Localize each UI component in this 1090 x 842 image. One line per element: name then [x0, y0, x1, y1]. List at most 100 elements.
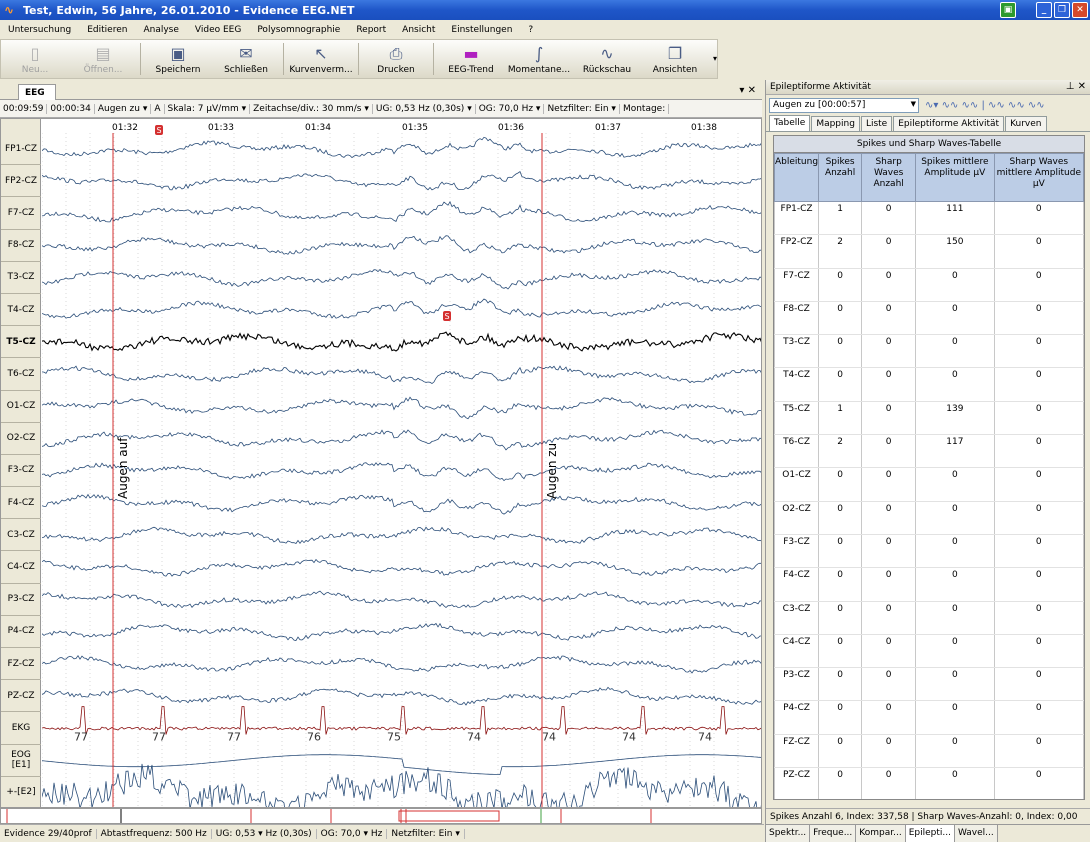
- panel-tab-2[interactable]: Liste: [860, 116, 893, 131]
- bottom-tab-3[interactable]: Epilepti...: [905, 825, 955, 842]
- close-window-button[interactable]: ✕: [1072, 2, 1088, 18]
- table-row[interactable]: PZ-CZ 0 0 0 0: [774, 767, 1084, 799]
- eeg-plot[interactable]: FP1-CZ FP2-CZ F7-CZ F8-CZ T3-CZ T4-CZ T5-CZ T6-…: [0, 118, 762, 808]
- menu-item-0[interactable]: Untersuchung: [0, 25, 79, 35]
- channel-label[interactable]: EOG [E1]: [1, 745, 41, 777]
- toolbar-button-1[interactable]: ▤ Öffnen...: [69, 43, 137, 75]
- table-row[interactable]: T5-CZ 1 0 139 0: [774, 401, 1084, 436]
- timeline-marks[interactable]: [1, 809, 761, 823]
- table-row[interactable]: P4-CZ 0 0 0 0: [774, 700, 1084, 735]
- spike-tools-icon[interactable]: ∿▾ ∿∿ ∿∿ | ∿∿ ∿∿ ∿∿: [925, 100, 1045, 111]
- channel-label[interactable]: FZ-CZ: [1, 648, 41, 681]
- panel-tab-1[interactable]: Mapping: [811, 116, 860, 131]
- panel-tab-0[interactable]: Tabelle: [769, 115, 811, 131]
- menu-item-3[interactable]: Video EEG: [187, 25, 249, 35]
- timeline-bar[interactable]: [0, 808, 762, 824]
- channel-label[interactable]: C3-CZ: [1, 519, 41, 552]
- column-header[interactable]: Sharp Waves mittlere Amplitude µV: [993, 153, 1084, 202]
- panel-tab-4[interactable]: Kurven: [1005, 116, 1047, 131]
- panel-tab-3[interactable]: Epileptiforme Aktivität: [893, 116, 1005, 131]
- channel-label[interactable]: +-[E2]: [1, 777, 41, 807]
- column-header[interactable]: Spikes Anzahl: [818, 153, 863, 202]
- column-header[interactable]: Sharp Waves Anzahl: [861, 153, 917, 202]
- status-og-select[interactable]: OG: 70,0 ▾ Hz: [317, 828, 388, 839]
- channel-label[interactable]: T5-CZ: [1, 326, 41, 359]
- table-row[interactable]: FP2-CZ 2 0 150 0: [774, 234, 1084, 269]
- toolbar-button-9[interactable]: ❐ Ansichten: [641, 43, 709, 75]
- ug-select[interactable]: UG: 0,53 Hz (0,30s) ▾: [373, 103, 476, 114]
- table-row[interactable]: F3-CZ 0 0 0 0: [774, 534, 1084, 569]
- channel-label[interactable]: T6-CZ: [1, 358, 41, 391]
- toolbar-button-3[interactable]: ✉ Schließen: [212, 43, 280, 75]
- toolbar-button-5[interactable]: ⎙ Drucken: [362, 43, 430, 75]
- toolbar-button-6[interactable]: ▬ EEG-Trend: [437, 43, 505, 75]
- channel-label[interactable]: T3-CZ: [1, 262, 41, 294]
- bottom-tab-4[interactable]: Wavel...: [954, 825, 998, 842]
- toolbar-button-2[interactable]: ▣ Speichern: [144, 43, 212, 75]
- channel-label[interactable]: O1-CZ: [1, 391, 41, 423]
- toolbar-button-0[interactable]: ▯ Neu...: [1, 43, 69, 75]
- panel-close-icon[interactable]: ⊥ ✕: [1066, 81, 1086, 92]
- spike-mark[interactable]: S: [155, 125, 163, 135]
- column-header[interactable]: Spikes mittlere Amplitude µV: [915, 153, 995, 202]
- channel-label[interactable]: FP2-CZ: [1, 165, 41, 198]
- tab-controls[interactable]: ▾ ✕: [739, 85, 756, 96]
- status-notch-select[interactable]: Netzfilter: Ein ▾: [387, 828, 465, 839]
- bottom-tab-1[interactable]: Freque...: [810, 825, 857, 842]
- toolbar-button-4[interactable]: ↖ Kurvenverm...: [287, 43, 355, 75]
- table-row[interactable]: F8-CZ 0 0 0 0: [774, 301, 1084, 336]
- toolbar-button-7[interactable]: ∫ Momentane...: [505, 43, 573, 75]
- channel-label[interactable]: P3-CZ: [1, 584, 41, 616]
- channel-label[interactable]: EKG: [1, 712, 41, 745]
- table-row[interactable]: T3-CZ 0 0 0 0: [774, 334, 1084, 369]
- bottom-tab-0[interactable]: Spektr...: [766, 825, 811, 842]
- spike-mark[interactable]: S: [443, 311, 451, 321]
- toolbar-more-icon[interactable]: ▾: [713, 54, 717, 63]
- channel-label[interactable]: T4-CZ: [1, 294, 41, 327]
- a-button[interactable]: A: [151, 103, 165, 114]
- menu-item-7[interactable]: Einstellungen: [443, 25, 520, 35]
- table-row[interactable]: P3-CZ 0 0 0 0: [774, 667, 1084, 702]
- table-row[interactable]: F4-CZ 0 0 0 0: [774, 567, 1084, 602]
- menu-item-8[interactable]: ?: [520, 25, 541, 35]
- channel-label[interactable]: O2-CZ: [1, 423, 41, 455]
- menu-item-4[interactable]: Polysomnographie: [249, 25, 348, 35]
- menu-item-2[interactable]: Analyse: [135, 25, 186, 35]
- channel-label[interactable]: F3-CZ: [1, 455, 41, 488]
- og-select[interactable]: OG: 70,0 Hz ▾: [476, 103, 545, 114]
- tray-icon[interactable]: ▣: [1000, 2, 1016, 18]
- tab-eeg[interactable]: EEG: [18, 84, 56, 100]
- table-row[interactable]: T6-CZ 2 0 117 0: [774, 434, 1084, 469]
- table-row[interactable]: O2-CZ 0 0 0 0: [774, 501, 1084, 535]
- menu-item-1[interactable]: Editieren: [79, 25, 135, 35]
- column-header[interactable]: Ableitung: [774, 153, 820, 202]
- eeg-waveforms[interactable]: 01:32 01:33 01:34 01:35 01:36 01:37 01:38 Augen…: [42, 119, 762, 808]
- table-row[interactable]: C4-CZ 0 0 0 0: [774, 634, 1084, 669]
- menu-item-5[interactable]: Report: [348, 25, 394, 35]
- montage-select[interactable]: Montage:: [620, 103, 670, 114]
- scale-select[interactable]: Skala: 7 µV/mm ▾: [165, 103, 251, 114]
- status-ug-select[interactable]: UG: 0,53 ▾ Hz (0,30s): [212, 828, 317, 839]
- table-row[interactable]: C3-CZ 0 0 0 0: [774, 601, 1084, 635]
- channel-label[interactable]: F7-CZ: [1, 197, 41, 230]
- channel-label[interactable]: C4-CZ: [1, 551, 41, 584]
- table-row[interactable]: FZ-CZ 0 0 0 0: [774, 734, 1084, 769]
- channel-label[interactable]: P4-CZ: [1, 616, 41, 649]
- channel-label[interactable]: F4-CZ: [1, 487, 41, 520]
- channel-label[interactable]: F8-CZ: [1, 230, 41, 262]
- channel-label[interactable]: PZ-CZ: [1, 680, 41, 713]
- table-row[interactable]: FP1-CZ 1 0 111 0: [774, 201, 1084, 236]
- table-row[interactable]: O1-CZ 0 0 0 0: [774, 467, 1084, 502]
- timebase-select[interactable]: Zeitachse/div.: 30 mm/s ▾: [250, 103, 373, 114]
- menu-item-6[interactable]: Ansicht: [394, 25, 443, 35]
- minimize-button[interactable]: _: [1036, 2, 1052, 18]
- table-row[interactable]: T4-CZ 0 0 0 0: [774, 367, 1084, 402]
- event-selector[interactable]: Augen zu [00:00:57]: [769, 97, 919, 113]
- notch-select[interactable]: Netzfilter: Ein ▾: [544, 103, 620, 114]
- toolbar-button-8[interactable]: ∿ Rückschau: [573, 43, 641, 75]
- bottom-tab-2[interactable]: Kompar...: [856, 825, 906, 842]
- event-select[interactable]: Augen zu ▾: [95, 103, 152, 114]
- table-row[interactable]: F7-CZ 0 0 0 0: [774, 268, 1084, 302]
- channel-label[interactable]: FP1-CZ: [1, 133, 41, 166]
- maximize-button[interactable]: ❐: [1054, 2, 1070, 18]
